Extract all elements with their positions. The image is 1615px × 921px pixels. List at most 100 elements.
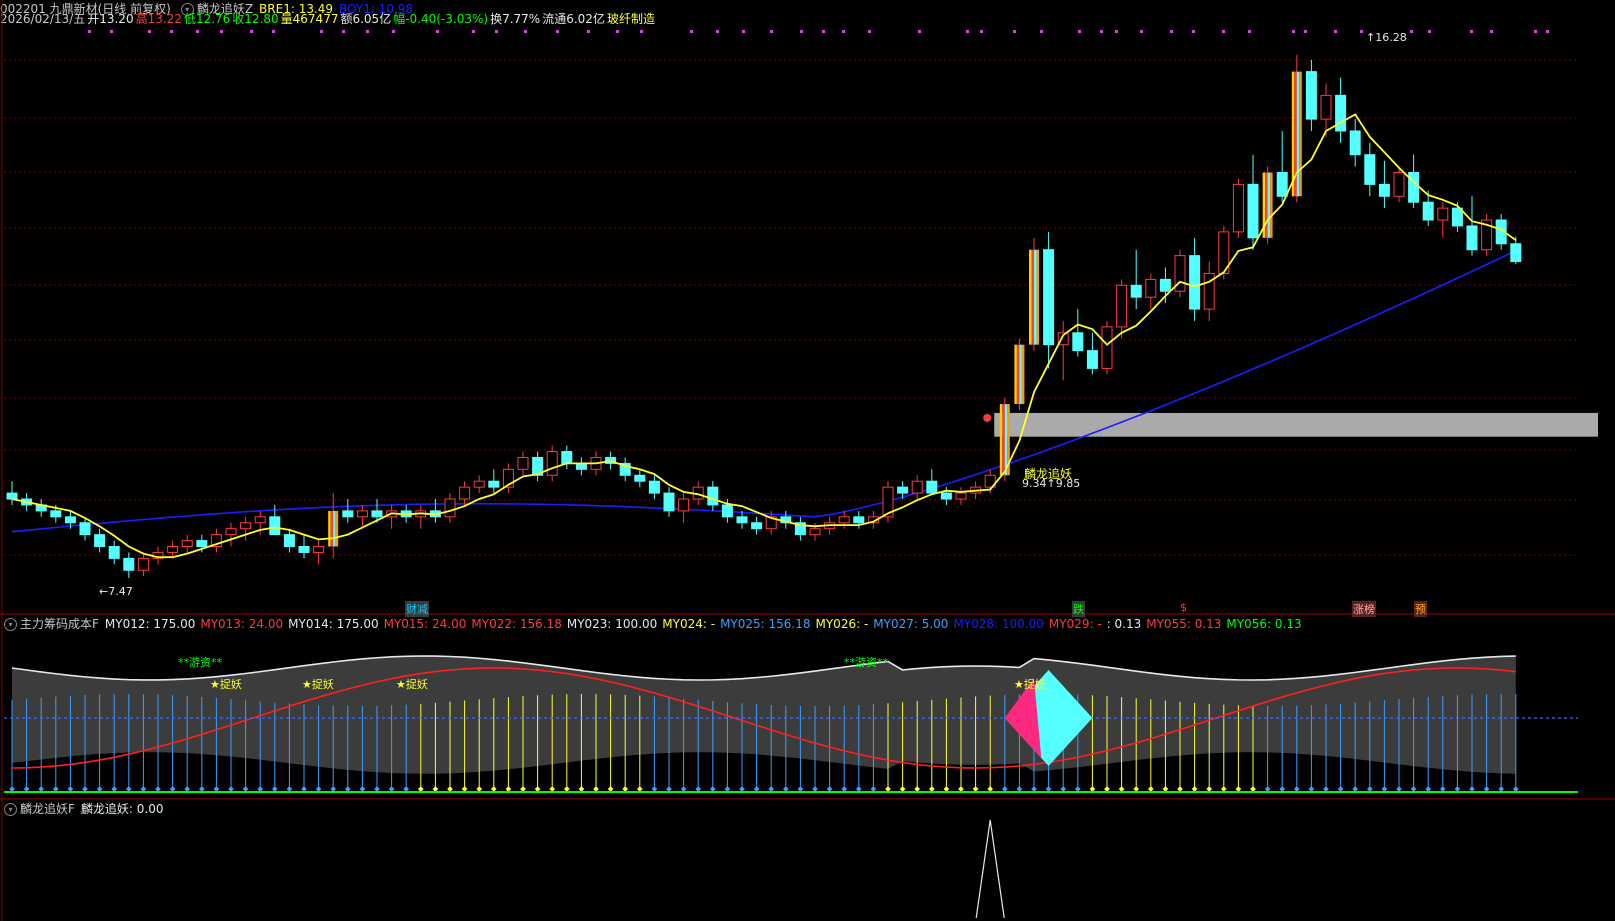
event-tag-3[interactable]: $ [1180,601,1187,614]
candle-body-48 [707,486,719,506]
top-marker-15 [524,30,527,33]
event-tag-4[interactable]: 涨榜 [1352,601,1376,617]
vol-dot-90 [1323,786,1329,792]
panel3-title[interactable]: 麟龙追妖F [20,800,75,818]
candle-body-79 [1159,278,1171,292]
top-marker-18 [616,30,619,33]
top-marker-8 [320,30,323,33]
candle-stripe-22-2 [333,510,336,547]
vol-dot-68 [1001,786,1008,792]
vol-dot-15 [228,786,234,792]
trough-label: ←7.47 [99,585,133,598]
vol-dot-33 [490,786,497,792]
panel3-menu-icon[interactable]: ▾ [4,803,17,816]
vol-dot-80 [1177,786,1183,792]
panel2-value-1: MY013: 24.00 [200,617,284,631]
panel2-value-6: MY024: - [662,617,716,631]
candle-body-71 [1043,249,1055,346]
top-marker-14 [495,30,498,33]
vol-dot-76 [1118,786,1125,792]
vol-dot-75 [1104,786,1110,792]
vol-dot-102 [1498,786,1505,792]
candle-stripe-22-0 [328,510,331,547]
vol-dot-42 [622,786,629,792]
candle-body-35 [517,456,529,470]
event-tag-5[interactable]: 预 [1414,601,1427,617]
candle-body-4 [64,516,76,524]
candle-body-93 [1364,154,1376,185]
candle-stripe-69-2 [1019,344,1022,405]
candle-body-13 [196,540,208,548]
vol-dot-62 [914,786,921,792]
vol-dot-78 [1147,786,1154,792]
panel2-value-0: MY012: 175.00 [104,617,196,631]
panel2-value-14: MY056: 0.13 [1226,617,1302,631]
zhuoyao-tag-1: ★捉妖 [210,678,242,691]
vol-dot-64 [943,786,950,792]
candle-body-0 [6,492,18,500]
top-marker-31 [1013,30,1016,33]
vol-dot-23 [344,786,351,792]
panel2-menu-icon[interactable]: ▾ [4,618,17,631]
zhuoyao-tag-3: ★捉妖 [396,678,428,691]
vol-dot-32 [476,786,483,792]
candle-stripe-22-3 [335,510,339,547]
top-marker-20 [690,30,693,33]
panel2-value-9: MY027: 5.00 [873,617,949,631]
price-chart-svg[interactable] [0,0,1615,921]
vol-dot-103 [1512,786,1519,792]
top-marker-11 [392,30,395,33]
candle-body-11 [167,546,179,553]
vol-dot-58 [855,786,862,792]
vol-dot-41 [607,786,614,792]
candle-body-98 [1437,207,1449,221]
candle-body-6 [94,534,106,548]
vol-dot-12 [184,786,191,792]
candle-stripe-69-0 [1014,344,1017,405]
vol-dot-67 [987,786,994,792]
vol-dot-27 [403,786,410,792]
vol-dot-2 [38,786,45,792]
candle-body-9 [137,557,149,571]
vol-dot-87 [1279,786,1286,792]
top-marker-44 [1360,30,1363,33]
signal-marker [983,413,992,422]
vol-dot-61 [899,786,906,792]
top-marker-45 [1410,30,1413,33]
vol-dot-29 [432,786,439,792]
vol-dot-40 [593,786,599,792]
candle-body-17 [254,516,266,524]
candle-stripe-22-1 [330,510,334,547]
top-marker-42 [1304,30,1307,33]
vol-dot-49 [724,786,731,792]
top-marker-7 [272,30,275,33]
candle-body-31 [459,486,471,500]
candle-body-87 [1276,172,1288,197]
vol-dot-39 [578,786,585,792]
vol-dot-79 [1162,786,1169,792]
candle-body-58 [853,516,865,524]
top-marker-1 [110,30,113,33]
candle-body-89 [1305,71,1317,120]
top-marker-37 [1170,30,1173,33]
panel2-title[interactable]: 主力筹码成本F [20,615,99,633]
vol-dot-5 [82,786,88,792]
vol-dot-25 [374,786,380,792]
vol-dot-51 [753,786,760,792]
candle-body-24 [356,510,368,518]
vol-dot-50 [739,786,745,792]
vol-dot-97 [1425,786,1432,792]
vol-dot-63 [928,786,935,792]
candle-body-43 [634,474,646,482]
vol-dot-18 [271,786,278,792]
candle-body-81 [1189,255,1201,310]
candle-stripe-70-0 [1029,249,1032,345]
candle-body-30 [444,498,456,518]
vol-dot-3 [52,786,59,792]
support-zone [994,412,1598,437]
trough-value: 7.47 [108,585,133,598]
candle-body-94 [1378,183,1390,197]
top-marker-35 [1115,30,1118,33]
candle-body-19 [283,534,295,548]
candle-body-75 [1101,326,1113,369]
